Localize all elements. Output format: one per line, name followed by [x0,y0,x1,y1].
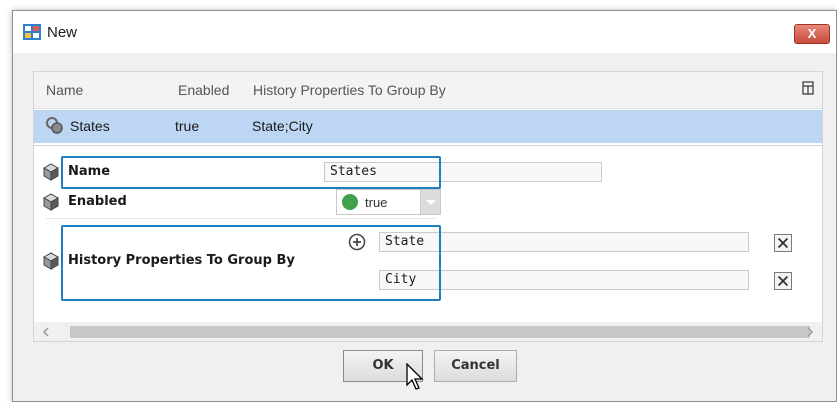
window-title: New [47,24,78,41]
component-cube-icon [42,252,60,270]
column-header-enabled[interactable]: Enabled [178,82,229,98]
scroll-left-icon[interactable] [42,327,50,337]
app-icon [23,24,41,40]
cancel-button[interactable]: Cancel [434,350,517,382]
column-header-name[interactable]: Name [46,82,83,98]
column-header-group-by[interactable]: History Properties To Group By [253,82,446,98]
cell-group-by: State;City [252,118,313,134]
close-button[interactable]: X [794,24,830,44]
dialog-window: New X Name Enabled History Properties To… [12,10,837,402]
enabled-property-label: Enabled [68,194,127,209]
cell-enabled: true [175,118,200,134]
cell-name: States [70,118,110,134]
divider [46,218,436,219]
close-icon: X [807,26,817,41]
scroll-right-icon[interactable] [806,327,814,337]
table-row[interactable]: States true State;City [34,110,822,143]
remove-x-icon[interactable] [774,272,792,290]
table-header: Name Enabled History Properties To Group… [34,72,822,109]
records-table: Name Enabled History Properties To Group… [33,71,823,146]
remove-x-icon[interactable] [774,234,792,252]
scroll-thumb[interactable] [70,326,810,338]
column-chooser-icon[interactable] [802,81,814,95]
enabled-dropdown-value: true [365,195,388,210]
title-bar: New X [13,11,836,53]
property-sheet: Name States Enabled true History Propert… [33,146,823,322]
component-cube-icon [42,193,60,211]
chevron-down-icon[interactable] [420,190,440,214]
horizontal-scrollbar[interactable] [33,322,823,342]
component-cube-icon [42,163,60,181]
enabled-dropdown[interactable]: true [336,189,441,215]
history-group-icon [46,117,63,134]
group-by-highlight [61,225,441,301]
pointer-cursor-icon [406,363,424,390]
status-dot-icon [342,194,358,210]
name-highlight [61,156,441,189]
